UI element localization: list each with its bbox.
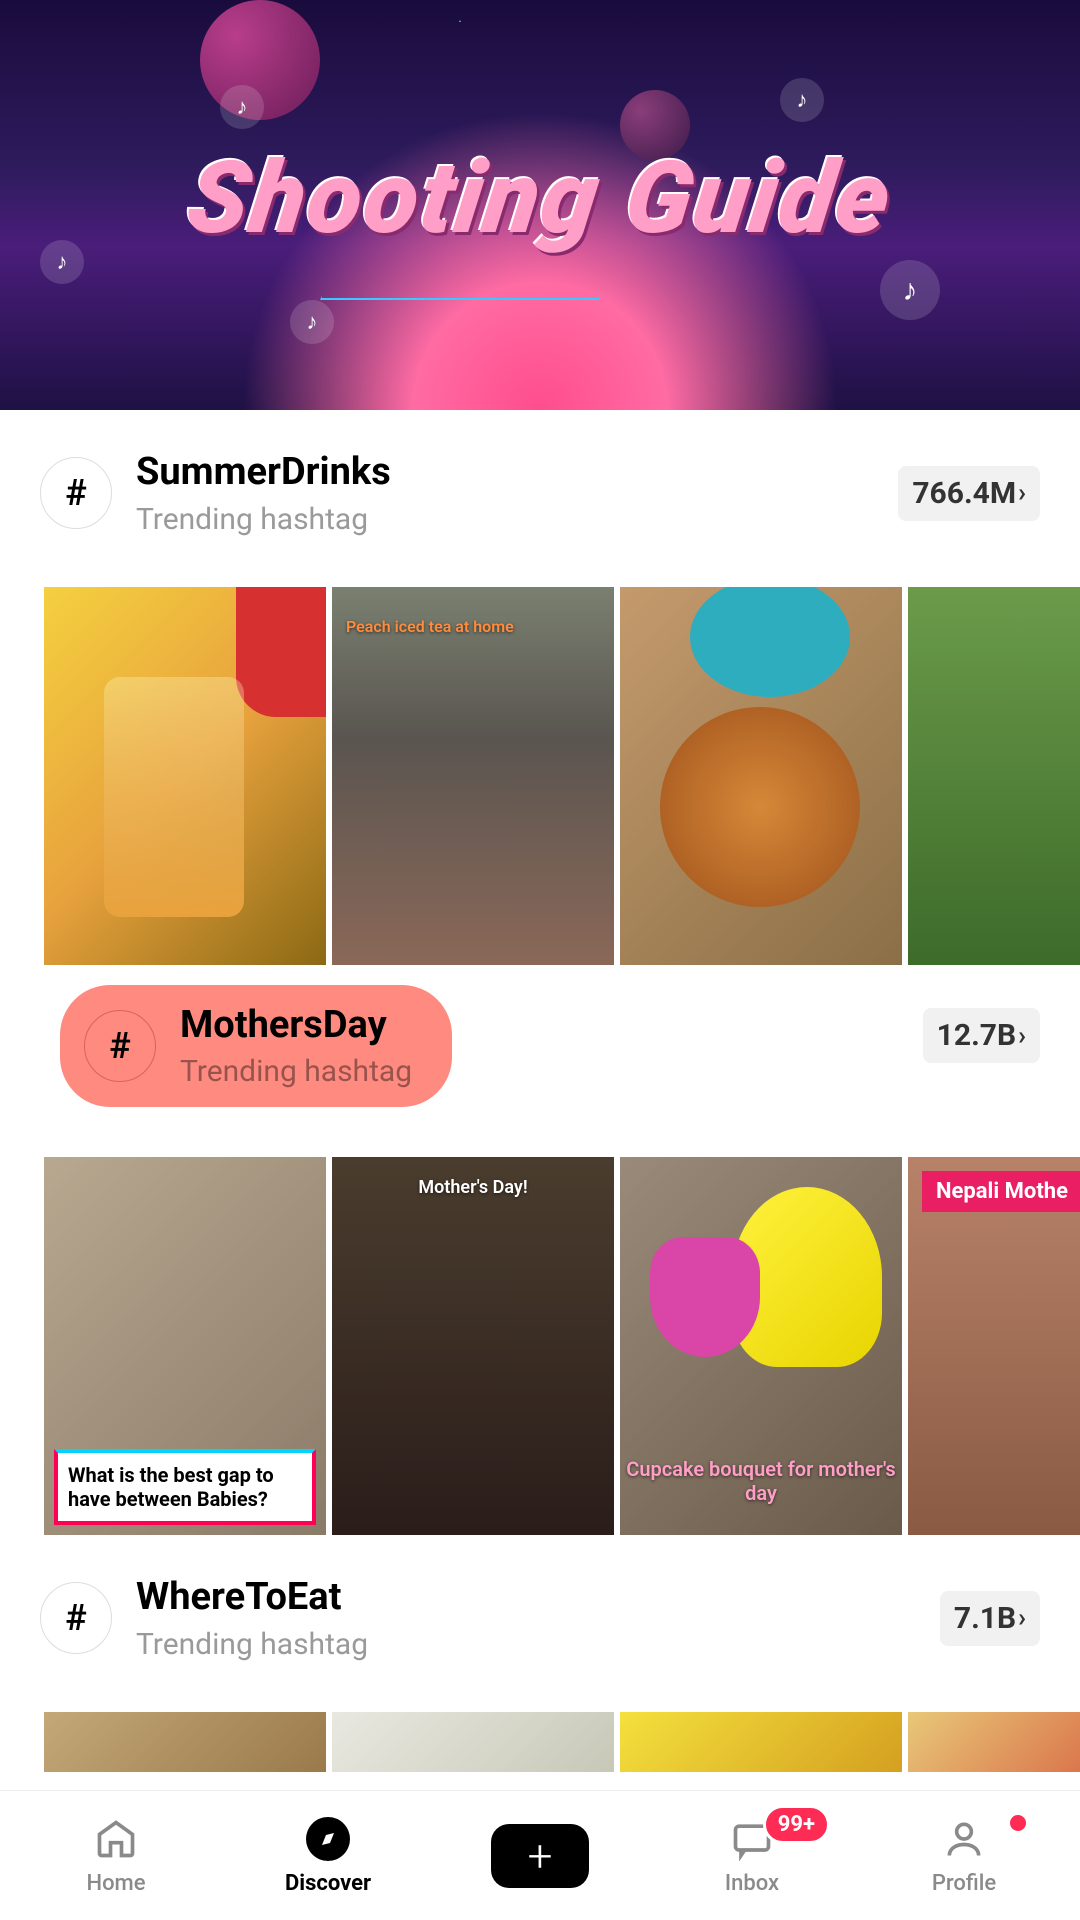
thumbnail-caption: Nepali Mothe — [922, 1171, 1080, 1212]
home-icon — [92, 1815, 140, 1863]
hash-info: SummerDrinks Trending hashtag — [136, 450, 874, 537]
bottom-tab-bar: Home Discover + 99+ Inbox Profile — [0, 1790, 1080, 1920]
video-thumbnail[interactable] — [332, 1712, 614, 1772]
video-thumbnail[interactable]: Cupcake bouquet for mother's day — [620, 1157, 902, 1535]
tiktok-icon: ♪ — [290, 300, 334, 344]
hashtag-row-wheretoeat[interactable]: # WhereToEat Trending hashtag 7.1B › — [40, 1575, 1040, 1662]
hashtag-name: MothersDay — [180, 1003, 412, 1049]
create-button[interactable]: + — [491, 1824, 589, 1888]
hashtag-section: # WhereToEat Trending hashtag 7.1B › — [0, 1535, 1080, 1682]
chevron-right-icon: › — [1018, 1021, 1026, 1051]
video-thumbnail[interactable] — [620, 1712, 902, 1772]
video-thumbnails-row[interactable]: What is the best gap to have between Bab… — [0, 1157, 1080, 1535]
video-thumbnail[interactable] — [908, 1712, 1080, 1772]
hash-icon: # — [40, 457, 112, 529]
banner-shooting-guide[interactable]: ♪ ♪ ♪ ♪ ♪ Shooting Guide — [0, 0, 1080, 410]
video-thumbnail[interactable]: Peach iced tea at home — [332, 587, 614, 965]
video-thumbnail[interactable] — [620, 587, 902, 965]
hashtag-subtitle: Trending hashtag — [180, 1054, 412, 1089]
thumbnail-caption: What is the best gap to have between Bab… — [54, 1449, 316, 1525]
discover-content: # SummerDrinks Trending hashtag 766.4M ›… — [0, 410, 1080, 1772]
profile-icon — [940, 1815, 988, 1863]
hashtag-section: # SummerDrinks Trending hashtag 766.4M › — [0, 410, 1080, 557]
hashtag-name: WhereToEat — [136, 1575, 916, 1621]
inbox-badge: 99+ — [763, 1805, 830, 1844]
count-value: 766.4M — [912, 476, 1016, 511]
thumbnail-caption: Cupcake bouquet for mother's day — [620, 1457, 902, 1505]
compass-icon — [304, 1815, 352, 1863]
hashtag-count-button[interactable]: 766.4M › — [898, 466, 1040, 521]
video-thumbnail[interactable]: Nepali Mothe — [908, 1157, 1080, 1535]
thumbnail-caption: Mother's Day! — [332, 1177, 614, 1198]
hashtag-subtitle: Trending hashtag — [136, 1627, 916, 1662]
plus-icon: + — [528, 1830, 553, 1882]
tab-label: Discover — [285, 1871, 371, 1896]
video-thumbnail[interactable] — [908, 587, 1080, 965]
tab-label: Inbox — [725, 1871, 779, 1896]
tab-label: Home — [86, 1871, 145, 1896]
tab-discover[interactable]: Discover — [222, 1815, 434, 1896]
hashtag-row-mothersday[interactable]: # MothersDay Trending hashtag — [60, 985, 452, 1108]
tiktok-icon: ♪ — [40, 240, 84, 284]
video-thumbnail[interactable] — [44, 1712, 326, 1772]
tab-profile[interactable]: Profile — [858, 1815, 1070, 1896]
hashtag-row-summerdrinks[interactable]: # SummerDrinks Trending hashtag 766.4M › — [40, 450, 1040, 537]
hashtag-name: SummerDrinks — [136, 450, 874, 496]
hashtag-count-button[interactable]: 7.1B › — [940, 1591, 1040, 1646]
hash-icon: # — [40, 1582, 112, 1654]
banner-title: Shooting Guide — [180, 140, 899, 257]
count-value: 7.1B — [954, 1601, 1016, 1636]
video-thumbnails-row[interactable]: Peach iced tea at home — [0, 587, 1080, 965]
chevron-right-icon: › — [1018, 1603, 1026, 1633]
video-thumbnails-row[interactable] — [0, 1712, 1080, 1772]
tiktok-icon: ♪ — [220, 85, 264, 129]
tab-create[interactable]: + — [434, 1824, 646, 1888]
hashtag-subtitle: Trending hashtag — [136, 502, 874, 537]
tiktok-icon: ♪ — [780, 78, 824, 122]
tiktok-icon: ♪ — [880, 260, 940, 320]
hash-info: MothersDay Trending hashtag — [180, 1003, 412, 1090]
hash-info: WhereToEat Trending hashtag — [136, 1575, 916, 1662]
hashtag-section: # MothersDay Trending hashtag 12.7B › — [0, 965, 1080, 1128]
tab-label: Profile — [932, 1871, 996, 1896]
video-thumbnail[interactable] — [44, 587, 326, 965]
thumbnail-caption: Peach iced tea at home — [346, 617, 514, 636]
notification-dot — [1010, 1815, 1026, 1831]
tab-home[interactable]: Home — [10, 1815, 222, 1896]
chevron-right-icon: › — [1018, 478, 1026, 508]
hashtag-count-button[interactable]: 12.7B › — [923, 1008, 1040, 1063]
video-thumbnail[interactable]: What is the best gap to have between Bab… — [44, 1157, 326, 1535]
count-value: 12.7B — [937, 1018, 1016, 1053]
video-thumbnail[interactable]: Mother's Day! — [332, 1157, 614, 1535]
hash-icon: # — [84, 1010, 156, 1082]
tab-inbox[interactable]: 99+ Inbox — [646, 1815, 858, 1896]
